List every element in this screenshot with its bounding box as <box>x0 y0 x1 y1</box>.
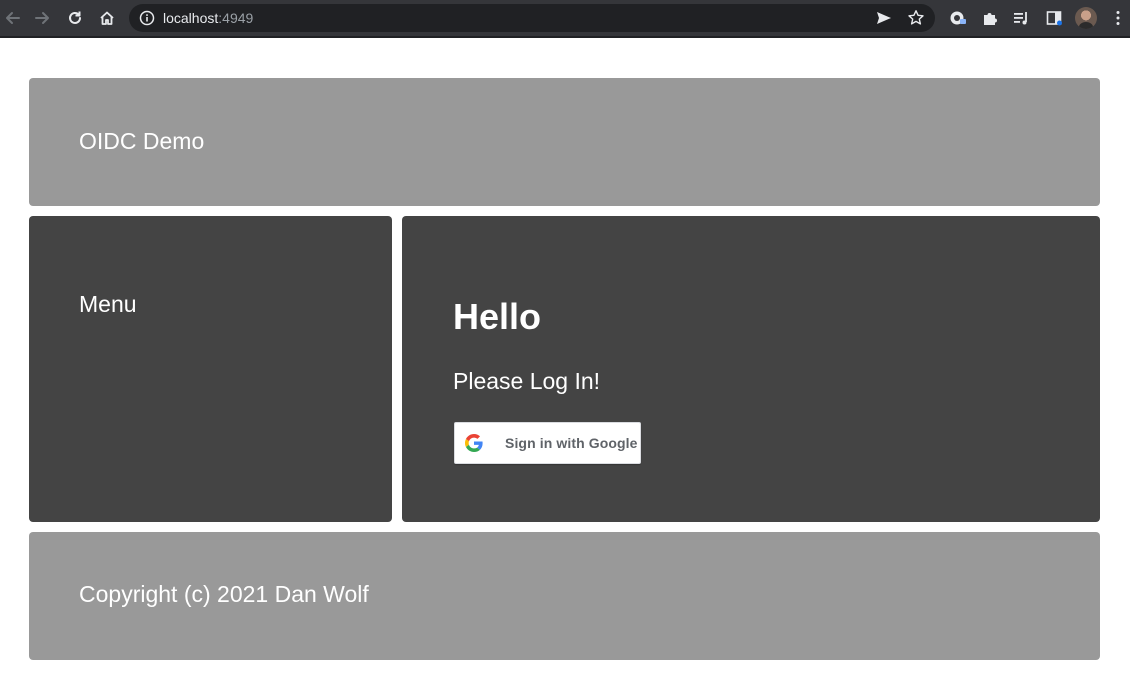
forward-icon[interactable] <box>29 5 55 31</box>
info-icon[interactable] <box>139 10 155 26</box>
star-icon[interactable] <box>907 9 925 27</box>
home-icon[interactable] <box>94 5 120 31</box>
login-prompt: Please Log In! <box>453 368 601 394</box>
password-key-icon[interactable] <box>945 5 971 31</box>
google-sign-in-label: Sign in with Google <box>505 435 638 451</box>
more-icon[interactable] <box>1105 5 1130 31</box>
page-header: OIDC Demo <box>29 78 1100 206</box>
extensions-icon[interactable] <box>977 5 1003 31</box>
address-bar[interactable]: localhost:4949 <box>129 4 935 32</box>
copyright-text: Copyright (c) 2021 Dan Wolf <box>79 581 369 607</box>
google-sign-in-button[interactable]: Sign in with Google <box>454 422 641 464</box>
send-icon[interactable] <box>875 9 893 27</box>
url-text[interactable]: localhost:4949 <box>163 10 253 26</box>
sidebar-title: Menu <box>79 291 137 317</box>
reading-list-icon[interactable] <box>1008 5 1034 31</box>
url-host: localhost <box>163 10 219 26</box>
main-content: Hello Please Log In! Sign in with Google <box>402 216 1100 522</box>
page-footer: Copyright (c) 2021 Dan Wolf <box>29 532 1100 660</box>
google-logo-icon <box>465 434 483 452</box>
back-icon[interactable] <box>0 5 26 31</box>
browser-toolbar: localhost:4949 <box>0 0 1130 38</box>
url-port: :4949 <box>218 10 254 26</box>
sidebar-menu: Menu <box>29 216 392 522</box>
avatar[interactable] <box>1075 7 1097 29</box>
main-heading: Hello <box>453 296 542 337</box>
side-panel-icon[interactable] <box>1041 5 1067 31</box>
reload-icon[interactable] <box>62 5 88 31</box>
page-title: OIDC Demo <box>79 128 205 154</box>
